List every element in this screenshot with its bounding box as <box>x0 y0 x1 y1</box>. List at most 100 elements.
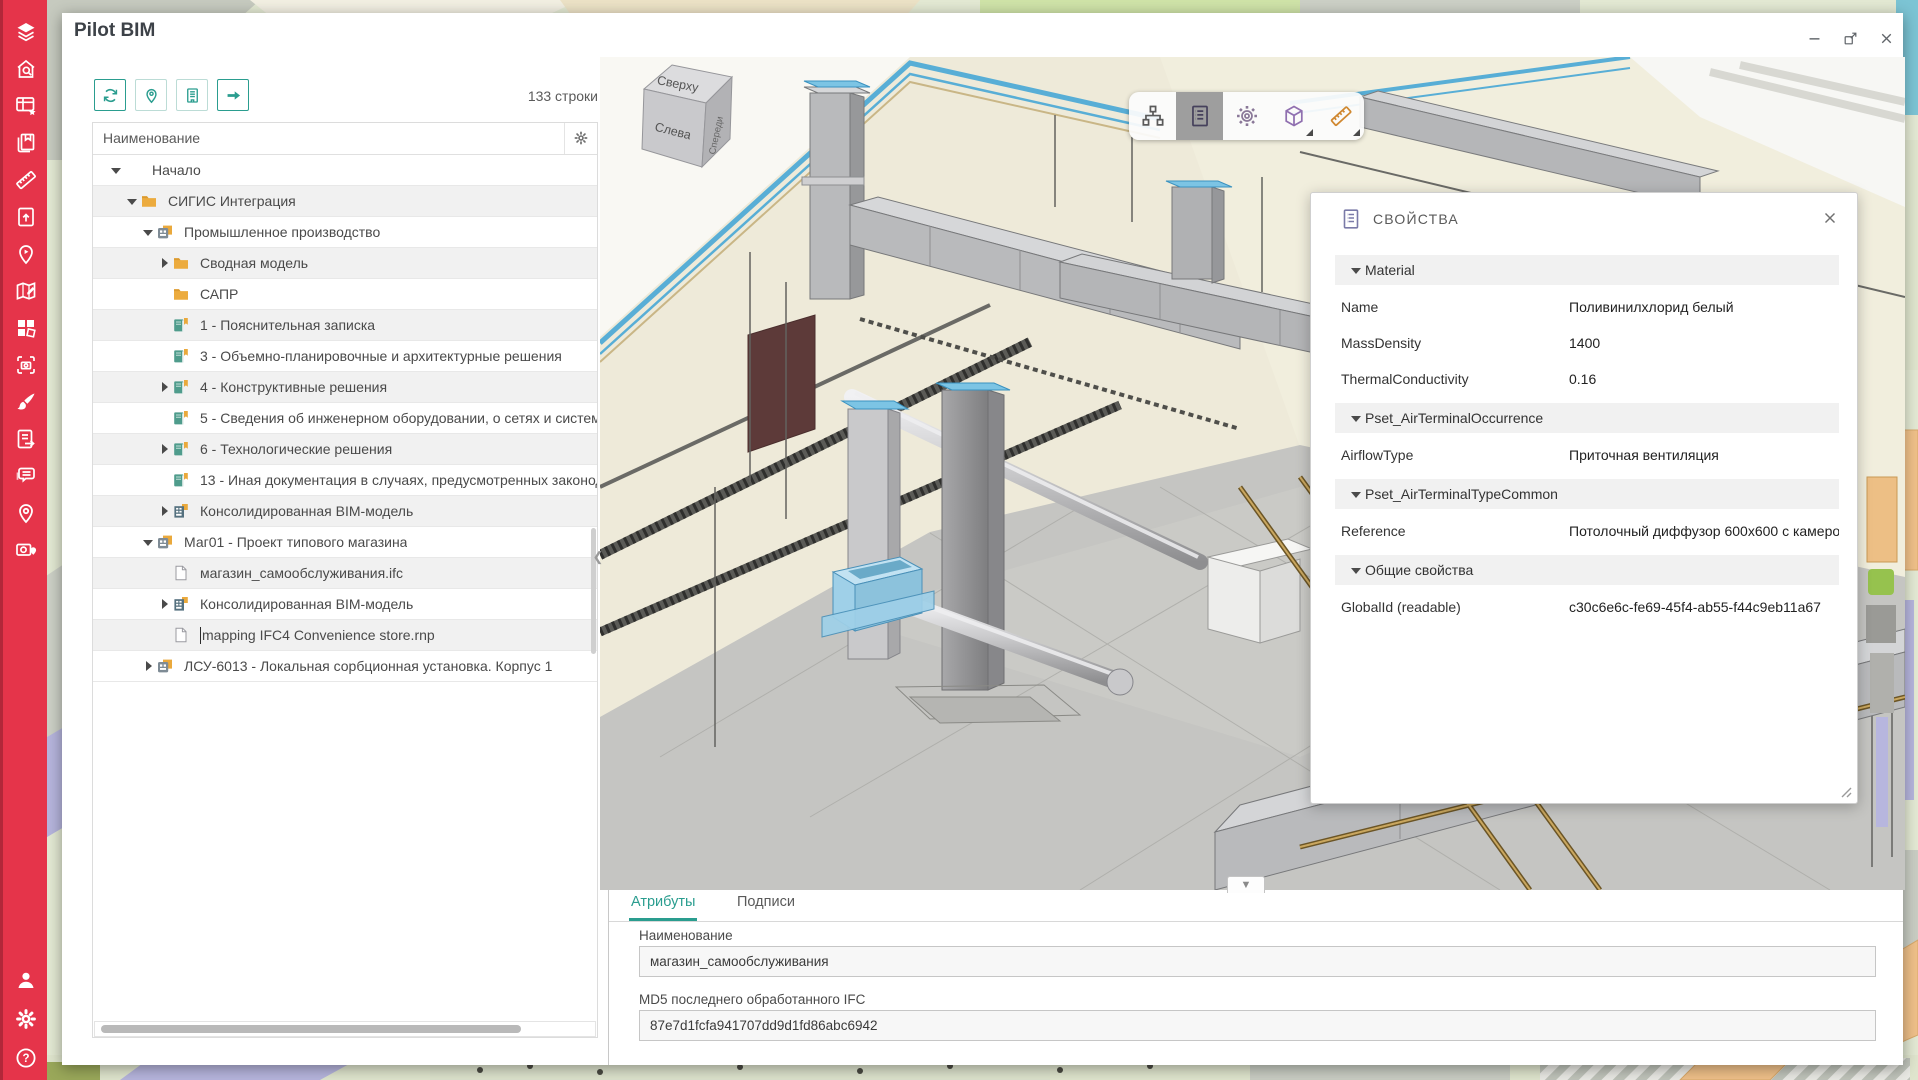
attributes-panel: Атрибуты Подписи Наименование MD5 послед… <box>608 890 1903 1065</box>
properties-list-icon <box>1339 206 1363 232</box>
sidebar-settings-icon[interactable] <box>14 1007 38 1031</box>
expander-open-icon[interactable] <box>1349 262 1365 278</box>
expander-open-icon[interactable] <box>141 224 157 240</box>
md5-field-input[interactable] <box>639 1010 1876 1041</box>
properties-panel-header[interactable]: СВОЙСТВА <box>1311 193 1857 245</box>
tree-item-label: 4 - Конструктивные решения <box>200 379 387 395</box>
tree-item[interactable]: Начало <box>93 155 597 186</box>
expander-closed-icon[interactable] <box>157 596 173 612</box>
tree-item-label: 6 - Технологические решения <box>200 441 392 457</box>
expander-placeholder <box>157 627 173 643</box>
expander-closed-icon[interactable] <box>157 255 173 271</box>
viewport-gear-outline-icon[interactable] <box>1223 92 1270 140</box>
tree-settings-gear-icon[interactable] <box>573 130 589 146</box>
expander-closed-icon[interactable] <box>157 441 173 457</box>
folder-icon <box>173 255 193 271</box>
minimize-button[interactable] <box>1799 23 1829 53</box>
expander-closed-icon[interactable] <box>141 658 157 674</box>
sidebar-pages-icon[interactable] <box>14 131 38 155</box>
tree-item[interactable]: Маг01 - Проект типового магазина <box>93 527 597 558</box>
viewport-hierarchy-icon[interactable] <box>1129 92 1176 140</box>
tree-item[interactable]: Консолидированная BIM-модель <box>93 496 597 527</box>
property-row: AirflowTypeПриточная вентиляция <box>1335 437 1839 473</box>
project-icon <box>157 658 177 674</box>
tab-signatures[interactable]: Подписи <box>737 894 795 921</box>
tree-item[interactable]: mapping IFC4 Convenience store.rnp <box>93 620 597 651</box>
property-label: AirflowType <box>1335 447 1569 463</box>
md5-field-label: MD5 последнего обработанного IFC <box>639 992 865 1007</box>
bottom-panel-collapse-button[interactable]: ▼ <box>1227 876 1265 893</box>
tree-item-label: 5 - Сведения об инженерном оборудовании,… <box>200 410 597 426</box>
tree-item[interactable]: 13 - Иная документация в случаях, предус… <box>93 465 597 496</box>
name-field-input[interactable] <box>639 946 1876 977</box>
property-section-header[interactable]: Pset_AirTerminalOccurrence <box>1335 403 1839 433</box>
property-label: Reference <box>1335 523 1569 539</box>
tree-item[interactable]: Сводная модель <box>93 248 597 279</box>
viewport-properties-icon[interactable] <box>1176 92 1223 140</box>
expander-open-icon[interactable] <box>125 193 141 209</box>
property-section-header[interactable]: Общие свойства <box>1335 555 1839 585</box>
sidebar-blocks-icon[interactable] <box>14 316 38 340</box>
tree-item[interactable]: Консолидированная BIM-модель <box>93 589 597 620</box>
viewport-measure-icon[interactable] <box>1317 92 1364 140</box>
resize-grip[interactable] <box>1838 784 1852 798</box>
tree-item-label: 13 - Иная документация в случаях, предус… <box>200 472 597 488</box>
property-section-header[interactable]: Pset_AirTerminalTypeCommon <box>1335 479 1839 509</box>
expander-open-icon[interactable] <box>1349 562 1365 578</box>
tree-item[interactable]: 4 - Конструктивные решения <box>93 372 597 403</box>
tree-item[interactable]: Промышленное производство <box>93 217 597 248</box>
view-cube[interactable]: Сверху Слева Спереди <box>642 65 732 167</box>
sidebar-help-icon[interactable] <box>14 1046 38 1070</box>
sidebar-comments-icon[interactable] <box>14 464 38 488</box>
tree-toolbar-location-icon[interactable] <box>135 79 167 111</box>
properties-close-icon[interactable] <box>1819 207 1841 229</box>
tree-item[interactable]: САПР <box>93 279 597 310</box>
sidebar-user-icon[interactable] <box>14 968 38 992</box>
property-section-header[interactable]: Material <box>1335 255 1839 285</box>
sidebar-map-edit-icon[interactable] <box>14 279 38 303</box>
expander-open-icon[interactable] <box>1349 410 1365 426</box>
sidebar-doc-upload-icon[interactable] <box>14 205 38 229</box>
expander-open-icon[interactable] <box>141 534 157 550</box>
expander-open-icon[interactable] <box>109 162 125 178</box>
tree-item[interactable]: 6 - Технологические решения <box>93 434 597 465</box>
tree-item-label: Консолидированная BIM-модель <box>200 503 413 519</box>
property-row: MassDensity1400 <box>1335 325 1839 361</box>
expander-placeholder <box>157 286 173 302</box>
sidebar-screenshot-icon[interactable] <box>14 353 38 377</box>
property-label: Name <box>1335 299 1569 315</box>
sidebar-pin-play-icon[interactable] <box>14 242 38 266</box>
tree-item[interactable]: ЛСУ-6013 - Локальная сорбционная установ… <box>93 651 597 682</box>
property-section-title: Pset_AirTerminalTypeCommon <box>1365 486 1558 502</box>
sidebar-location-pin-icon[interactable] <box>14 501 38 525</box>
tree-toolbar-arrow-right-icon[interactable] <box>217 79 249 111</box>
tree-horizontal-scrollbar[interactable] <box>94 1021 596 1037</box>
sidebar-house-search-icon[interactable] <box>14 57 38 81</box>
panel-collapse-handle[interactable]: ❮ <box>592 538 604 576</box>
tree-toolbar-building-list-icon[interactable] <box>176 79 208 111</box>
expander-open-icon[interactable] <box>1349 486 1365 502</box>
tree-item[interactable]: 5 - Сведения об инженерном оборудовании,… <box>93 403 597 434</box>
restore-button[interactable] <box>1835 23 1865 53</box>
tree-item[interactable]: 1 - Пояснительная записка <box>93 310 597 341</box>
tree-item[interactable]: СИГИС Интеграция <box>93 186 597 217</box>
property-row: NameПоливинилхлорид белый <box>1335 289 1839 325</box>
sidebar-doc-export-icon[interactable] <box>14 427 38 451</box>
sidebar-brush-icon[interactable] <box>14 390 38 414</box>
tab-attributes[interactable]: Атрибуты <box>629 894 697 921</box>
close-button[interactable] <box>1871 23 1901 53</box>
dropdown-corner-icon <box>1306 129 1313 136</box>
scrollbar-thumb[interactable] <box>101 1025 521 1033</box>
app-sidebar <box>0 0 47 1080</box>
tree-item[interactable]: 3 - Объемно-планировочные и архитектурны… <box>93 341 597 372</box>
tree-item[interactable]: магазин_самообслуживания.ifc <box>93 558 597 589</box>
sidebar-grid-star-icon[interactable] <box>14 94 38 118</box>
tree-toolbar-refresh-icon[interactable] <box>94 79 126 111</box>
sidebar-camera-pin-icon[interactable] <box>14 538 38 562</box>
expander-closed-icon[interactable] <box>157 379 173 395</box>
expander-closed-icon[interactable] <box>157 503 173 519</box>
sidebar-ruler-icon[interactable] <box>14 168 38 192</box>
sidebar-layers-icon[interactable] <box>14 20 38 44</box>
viewport-toolbar <box>1129 92 1364 140</box>
viewport-cube-icon[interactable] <box>1270 92 1317 140</box>
